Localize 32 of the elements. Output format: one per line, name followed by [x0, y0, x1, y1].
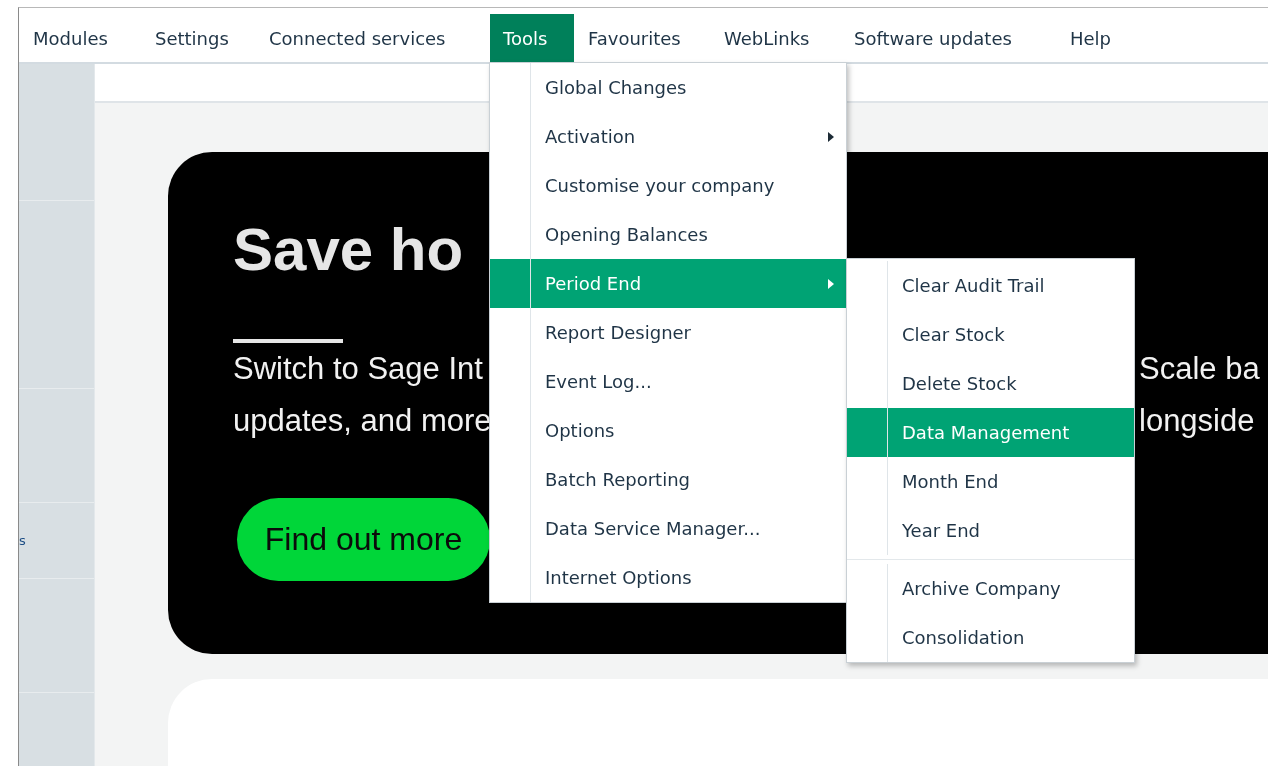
- menu-item[interactable]: Internet Options: [490, 553, 846, 602]
- menu-tab[interactable]: WebLinks: [710, 14, 840, 62]
- menu-item[interactable]: Consolidation: [847, 613, 1134, 662]
- menu-item[interactable]: Clear Audit Trail: [847, 261, 1134, 310]
- menu-tab[interactable]: Software updates: [840, 14, 1056, 62]
- menu-tab[interactable]: Settings: [141, 14, 255, 62]
- menu-item[interactable]: Clear Stock: [847, 310, 1134, 359]
- find-out-more-button[interactable]: Find out more: [237, 498, 490, 581]
- menu-tab[interactable]: Modules: [19, 14, 141, 62]
- menu-item[interactable]: Event Log...: [490, 357, 846, 406]
- submenu-arrow-icon: [828, 131, 834, 142]
- banner-text: Switch to Sage Int: [233, 350, 483, 388]
- menu-item[interactable]: Month End: [847, 457, 1134, 506]
- menu-item[interactable]: Data Service Manager...: [490, 504, 846, 553]
- menu-item[interactable]: Archive Company: [847, 564, 1134, 613]
- banner-text: updates, and more: [233, 402, 492, 440]
- menu-item[interactable]: Customise your company: [490, 161, 846, 210]
- menu-tab[interactable]: Favourites: [574, 14, 710, 62]
- menu-tab[interactable]: Tools: [490, 14, 574, 62]
- menu-tab[interactable]: Help: [1056, 14, 1141, 62]
- sidebar-label: s: [19, 533, 26, 548]
- menu-item[interactable]: Global Changes: [490, 63, 846, 112]
- banner-headline: Save ho: [233, 215, 464, 285]
- menu-item[interactable]: Activation: [490, 112, 846, 161]
- menu-tab[interactable]: Connected services: [255, 14, 490, 62]
- banner-text: longside: [1139, 402, 1255, 440]
- menu-item[interactable]: Year End: [847, 506, 1134, 555]
- banner-text: Scale ba: [1139, 350, 1260, 388]
- menu-item[interactable]: Batch Reporting: [490, 455, 846, 504]
- submenu-arrow-icon: [828, 278, 834, 289]
- menu-item[interactable]: Report Designer: [490, 308, 846, 357]
- menu-item[interactable]: Options: [490, 406, 846, 455]
